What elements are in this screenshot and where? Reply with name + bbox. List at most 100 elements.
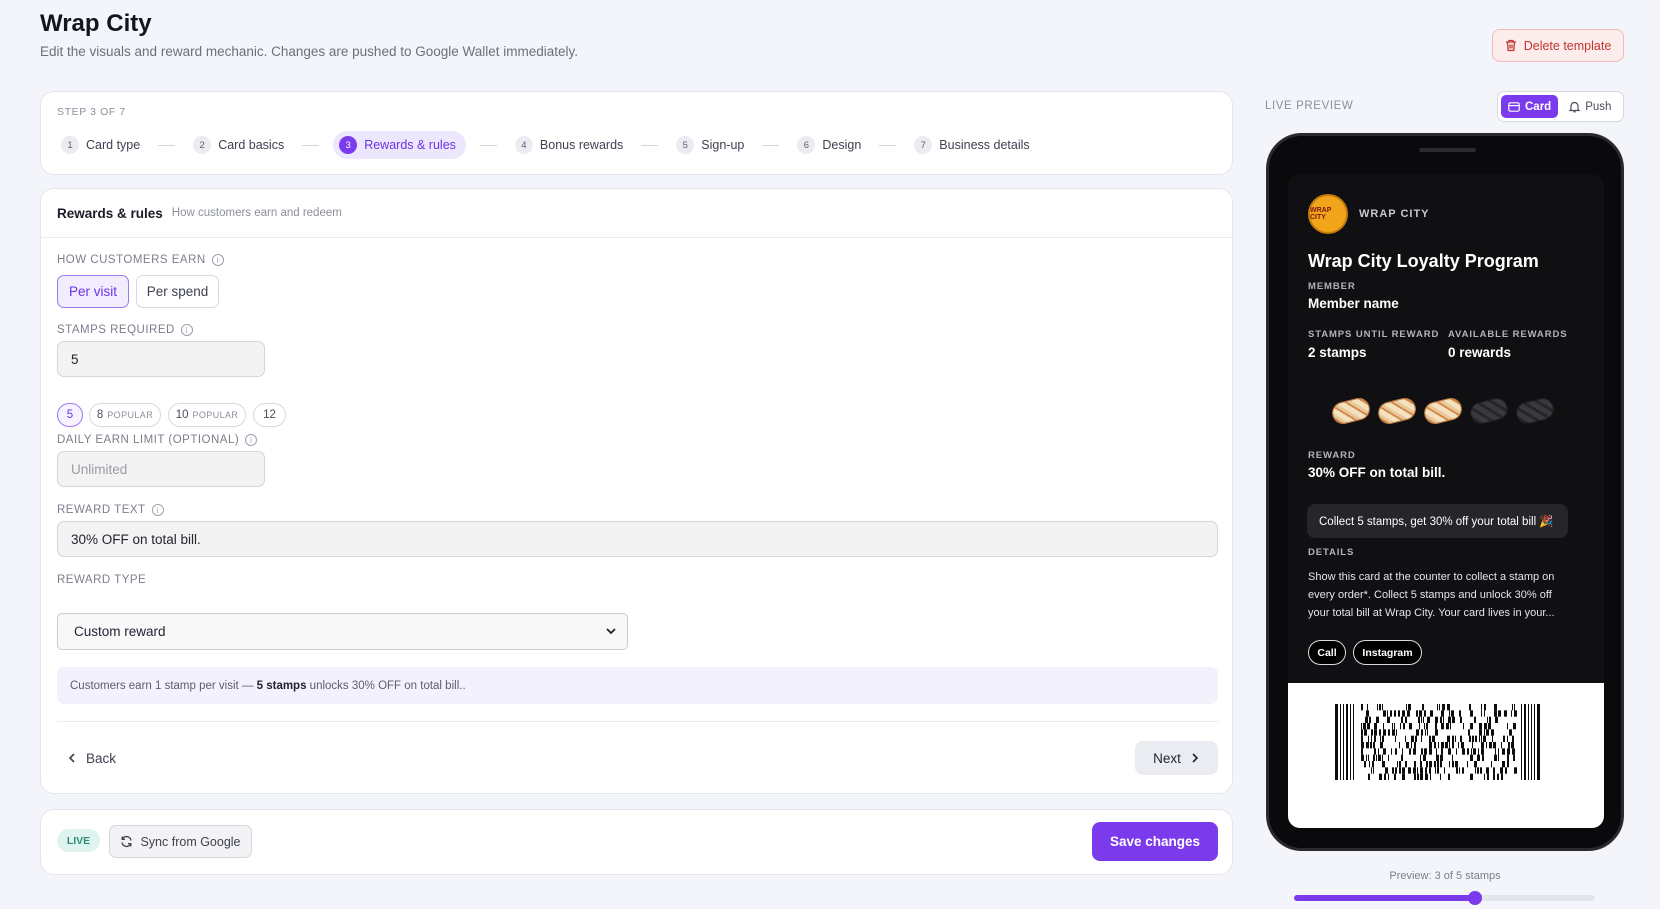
refresh-icon	[121, 835, 133, 848]
reward-value: 30% OFF on total bill.	[1308, 465, 1446, 480]
card-tab-label: Card	[1525, 100, 1552, 113]
brand-name: WRAP CITY	[1359, 208, 1430, 220]
stamps-required-input[interactable]: 5	[57, 341, 265, 377]
stamp-filled	[1329, 395, 1373, 427]
reward-type-select[interactable]: Custom reward	[57, 613, 628, 650]
stamps-required-label-text: STAMPS REQUIRED	[57, 324, 175, 336]
step-card-basics[interactable]: 2 Card basics	[189, 131, 288, 159]
available-rewards-key: AVAILABLE REWARDS	[1448, 329, 1568, 340]
daily-limit-label: DAILY EARN LIMIT (OPTIONAL) i	[57, 434, 258, 446]
step-number: 4	[514, 136, 533, 154]
form-subtitle: How customers earn and redeem	[171, 207, 342, 219]
back-button[interactable]: Back	[67, 741, 116, 775]
stamp-preview-slider[interactable]	[1294, 891, 1595, 905]
push-tab-label: Push	[1585, 100, 1612, 113]
page-subtitle: Edit the visuals and reward mechanic. Ch…	[40, 44, 579, 59]
per-visit-button[interactable]: Per visit	[57, 275, 129, 308]
slider-handle[interactable]	[1467, 891, 1482, 905]
reward-text-input[interactable]: 30% OFF on total bill.	[57, 521, 1218, 557]
step-label: Bonus rewards	[539, 138, 624, 152]
step-bonus-rewards[interactable]: 4 Bonus rewards	[511, 131, 627, 159]
wallet-pass: WRAP CITY WRAP CITY Wrap City Loyalty Pr…	[1288, 174, 1604, 828]
delete-template-button[interactable]: Delete template	[1492, 29, 1624, 62]
step-label: Rewards & rules	[364, 138, 456, 152]
reward-type-value: Custom reward	[74, 624, 166, 639]
info-icon[interactable]: i	[211, 254, 224, 266]
step-design[interactable]: 6 Design	[793, 131, 865, 159]
step-label: Sign-up	[701, 138, 745, 152]
summary-bold: 5 stamps	[256, 679, 307, 692]
barcode-panel	[1288, 683, 1604, 828]
daily-limit-label-text: DAILY EARN LIMIT (OPTIONAL)	[57, 434, 240, 446]
step-rewards-rules[interactable]: 3 Rewards & rules	[333, 131, 466, 159]
stamp-chip-8[interactable]: 8 POPULAR	[89, 403, 161, 427]
info-icon[interactable]: i	[245, 434, 258, 446]
push-preview-tab[interactable]: Push	[1562, 95, 1618, 118]
summary-text: unlocks 30% OFF on total bill..	[306, 679, 466, 692]
stamp-filled	[1421, 395, 1465, 427]
sync-from-google-button[interactable]: Sync from Google	[109, 825, 252, 858]
live-preview-label: LIVE PREVIEW	[1265, 100, 1354, 112]
step-label: Card basics	[218, 138, 285, 152]
earn-method-label-text: HOW CUSTOMERS EARN	[57, 254, 206, 266]
chip-value: 5	[66, 409, 74, 421]
stamp-chip-5[interactable]: 5	[57, 403, 83, 427]
member-value: Member name	[1308, 296, 1399, 311]
chevron-left-icon	[68, 753, 75, 763]
chip-value: 12	[263, 409, 276, 421]
step-separator	[158, 144, 176, 146]
slider-fill	[1294, 895, 1475, 901]
stamp-chip-12[interactable]: 12	[253, 403, 286, 427]
card-icon	[1508, 101, 1520, 112]
save-bar: LIVE Sync from Google Save changes	[40, 809, 1233, 875]
save-changes-button[interactable]: Save changes	[1092, 822, 1218, 861]
reward-type-label-text: REWARD TYPE	[57, 574, 147, 586]
program-name: Wrap City Loyalty Program	[1308, 251, 1539, 271]
preview-mode-toggle: Card Push	[1497, 91, 1624, 122]
info-icon[interactable]: i	[151, 504, 164, 516]
step-sign-up[interactable]: 5 Sign-up	[672, 131, 748, 159]
card-preview-tab[interactable]: Card	[1501, 95, 1559, 118]
preview-caption: Preview: 3 of 5 stamps	[1389, 870, 1501, 882]
step-number: 3	[339, 136, 358, 154]
daily-limit-input[interactable]: Unlimited	[57, 451, 265, 487]
step-business-details[interactable]: 7 Business details	[910, 131, 1033, 159]
step-label: Business details	[939, 138, 1030, 152]
step-number: 6	[797, 136, 816, 154]
brand-logo: WRAP CITY	[1308, 194, 1348, 234]
info-icon[interactable]: i	[180, 324, 193, 336]
earn-summary: Customers earn 1 stamp per visit — 5 sta…	[57, 667, 1218, 704]
sync-label: Sync from Google	[140, 834, 241, 849]
step-label: Design	[822, 138, 862, 152]
stamp-chip-10[interactable]: 10 POPULAR	[168, 403, 246, 427]
details-key: DETAILS	[1308, 547, 1355, 558]
summary-text: Customers earn 1 stamp per visit —	[70, 679, 257, 692]
page-title: Wrap City	[40, 10, 152, 37]
delete-template-label: Delete template	[1523, 38, 1612, 53]
phone-mockup: WRAP CITY WRAP CITY Wrap City Loyalty Pr…	[1266, 133, 1624, 851]
pass-message: Collect 5 stamps, get 30% off your total…	[1307, 504, 1568, 538]
per-spend-button[interactable]: Per spend	[136, 275, 219, 308]
instagram-link[interactable]: Instagram	[1353, 640, 1422, 665]
call-link[interactable]: Call	[1308, 640, 1346, 665]
chip-value: 10	[175, 409, 189, 421]
step-label: Card type	[86, 138, 141, 152]
step-number: 2	[193, 136, 212, 154]
step-separator	[762, 144, 780, 146]
pdf417-barcode	[1335, 704, 1540, 780]
stamp-row	[1329, 395, 1557, 427]
rewards-form-card: Rewards & rules How customers earn and r…	[40, 188, 1233, 794]
chevron-down-icon	[606, 628, 616, 635]
step-card-type[interactable]: 1 Card type	[57, 131, 144, 159]
stamps-until-value: 2 stamps	[1308, 345, 1367, 360]
stamp-filled	[1375, 395, 1419, 427]
step-counter: STEP 3 OF 7	[57, 106, 126, 118]
popular-tag: POPULAR	[192, 410, 239, 420]
form-header: Rewards & rules How customers earn and r…	[41, 189, 1232, 238]
stamps-until-key: STAMPS UNTIL REWARD	[1308, 329, 1440, 340]
bell-icon	[1569, 101, 1581, 112]
next-button[interactable]: Next	[1135, 741, 1218, 775]
trash-icon	[1505, 39, 1516, 52]
step-separator	[641, 144, 659, 146]
step-number: 1	[61, 136, 79, 154]
